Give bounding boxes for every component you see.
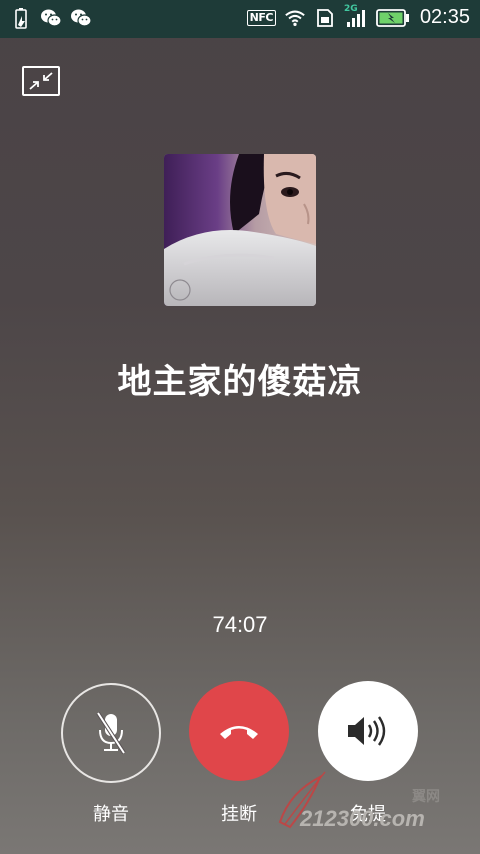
watermark-cn: 翼网 (412, 789, 440, 805)
wechat-icon (40, 7, 62, 29)
microphone-muted-icon (96, 711, 126, 755)
contact-avatar (164, 154, 316, 306)
network-type-label: 2G (343, 3, 358, 14)
minimize-call-button[interactable] (22, 66, 60, 96)
call-duration: 74:07 (212, 612, 268, 637)
watermark-text: 212300.com (300, 806, 425, 831)
status-bar-left (10, 7, 92, 29)
watermark: 翼网 212300.com (270, 742, 440, 832)
voice-call-screen: NFC 2G 02:35 地主家的傻菇凉 74:07 静音 挂断 免提 翼网 2… (0, 0, 480, 854)
status-time: 02:35 (419, 6, 470, 28)
minimize-icon (29, 72, 53, 90)
nfc-icon: NFC (246, 9, 276, 26)
wechat-icon (70, 7, 92, 29)
battery-saver-icon (10, 7, 32, 29)
status-bar-right: NFC 2G 02:35 (246, 3, 470, 29)
mute-button[interactable] (61, 683, 161, 783)
cellular-signal-icon: 2G (343, 3, 368, 29)
phone-hangup-icon (220, 726, 258, 739)
battery-charging-icon (376, 7, 410, 29)
wifi-icon (284, 7, 306, 29)
sim-icon (314, 7, 336, 29)
mute-label: 静音 (93, 804, 129, 825)
status-bar: NFC 2G 02:35 (0, 0, 480, 38)
contact-name: 地主家的傻菇凉 (117, 362, 363, 402)
